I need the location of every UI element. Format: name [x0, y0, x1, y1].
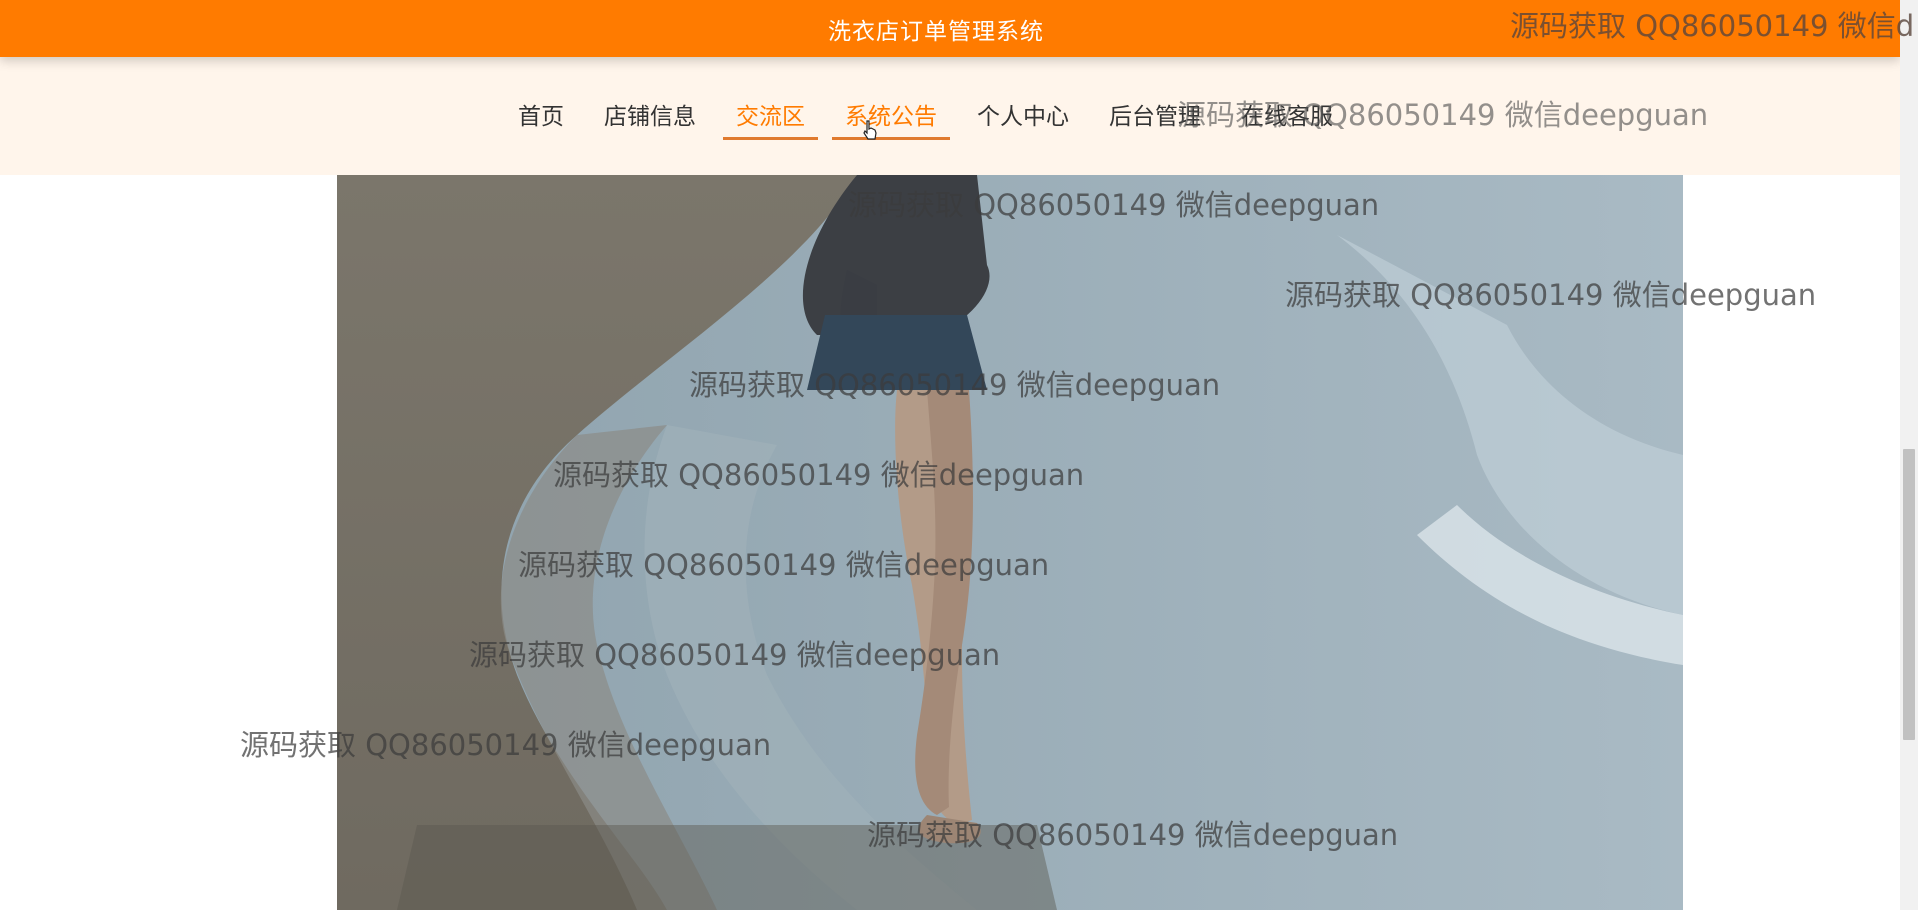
nav-item-forum[interactable]: 交流区 [723, 97, 818, 140]
top-header-bar: 洗衣店订单管理系统 [0, 0, 1900, 57]
nav-item-admin[interactable]: 后台管理 [1096, 97, 1214, 137]
nav-item-support[interactable]: 在线客服 [1228, 97, 1346, 137]
page: 洗衣店订单管理系统 首页 店铺信息 交流区 系统公告 个人中心 后台管理 在线客… [0, 0, 1918, 910]
nav-item-profile[interactable]: 个人中心 [964, 97, 1082, 137]
beach-illustration [337, 175, 1683, 910]
app-title: 洗衣店订单管理系统 [828, 19, 1044, 45]
scrollbar-thumb[interactable] [1903, 449, 1915, 740]
nav-item-home[interactable]: 首页 [505, 97, 577, 137]
hand-cursor-icon [863, 120, 877, 140]
nav-items: 首页 店铺信息 交流区 系统公告 个人中心 后台管理 在线客服 [505, 97, 1360, 140]
hero-banner-image [337, 175, 1683, 910]
nav-item-store-info[interactable]: 店铺信息 [591, 97, 709, 137]
vertical-scrollbar[interactable] [1900, 0, 1918, 910]
main-nav: 首页 店铺信息 交流区 系统公告 个人中心 后台管理 在线客服 [0, 57, 1900, 175]
nav-item-announcements[interactable]: 系统公告 [832, 97, 950, 140]
